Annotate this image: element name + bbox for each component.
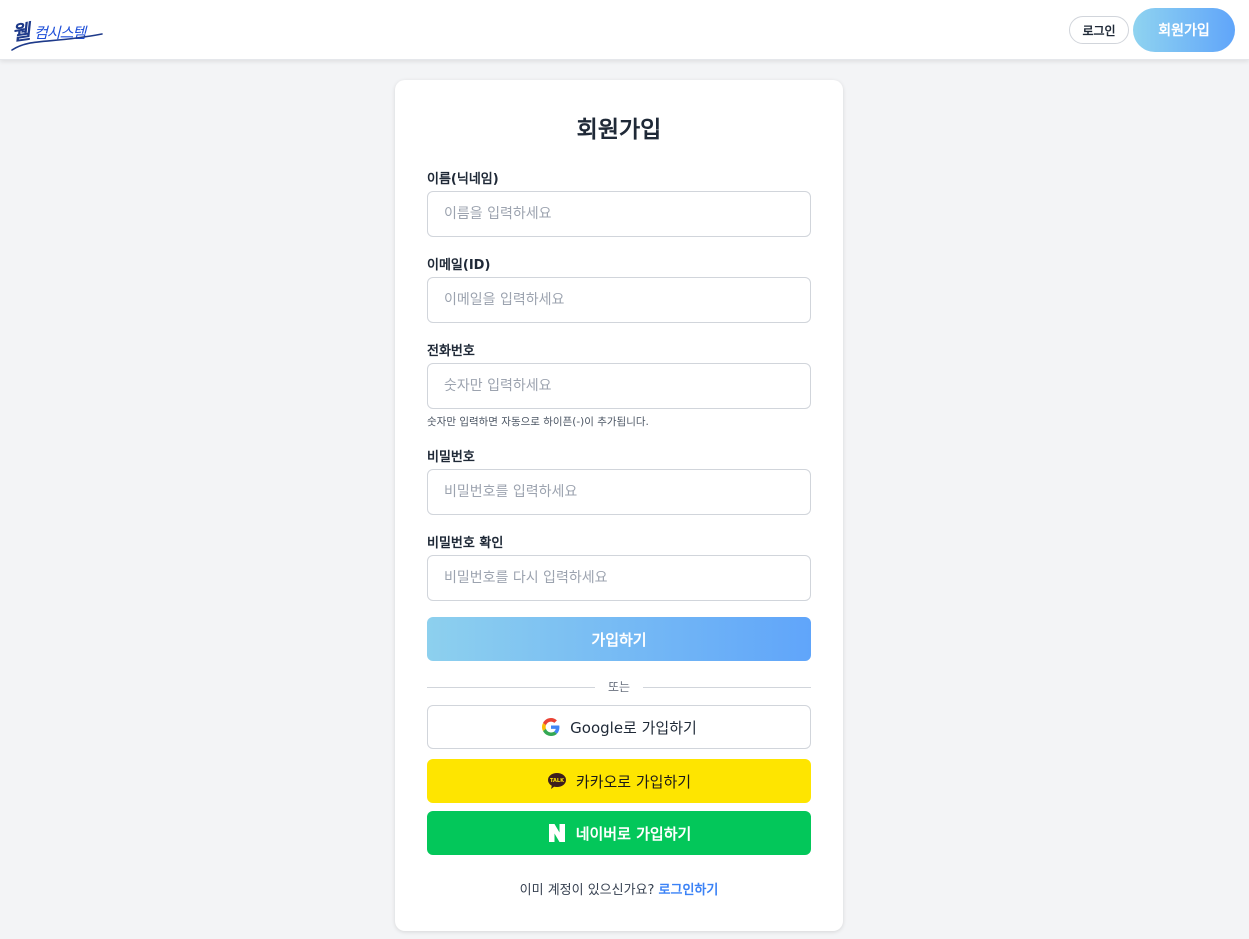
phone-hint: 숫자만 입력하면 자동으로 하이픈(-)이 추가됩니다.	[427, 416, 649, 428]
kakao-signup-button[interactable]: TALK 카카오로 가입하기	[427, 759, 811, 803]
email-input[interactable]	[427, 277, 811, 323]
brand-logo-icon: 웰 컴시스템	[10, 19, 103, 51]
naver-signup-label: 네이버로 가입하기	[575, 824, 692, 843]
header-signup-button[interactable]: 회원가입	[1133, 8, 1235, 52]
kakao-talk-icon: TALK	[547, 771, 567, 791]
google-signup-label: Google로 가입하기	[570, 718, 697, 737]
naver-n-icon	[547, 823, 567, 843]
login-prompt: 이미 계정이 있으신가요? 로그인하기	[395, 879, 843, 898]
kakao-signup-label: 카카오로 가입하기	[575, 772, 692, 791]
divider-line-right	[643, 687, 811, 688]
brand-logo[interactable]: 웰 컴시스템	[10, 8, 106, 54]
phone-input[interactable]	[427, 363, 811, 409]
login-link[interactable]: 로그인하기	[659, 883, 719, 898]
or-divider: 또는	[427, 678, 811, 696]
password-label: 비밀번호	[427, 450, 475, 465]
google-icon	[541, 717, 561, 737]
login-prompt-text: 이미 계정이 있으신가요?	[519, 883, 655, 898]
svg-text:TALK: TALK	[550, 778, 565, 784]
signup-card: 회원가입 이름(닉네임) 이메일(ID) 전화번호 숫자만 입력하면 자동으로 …	[395, 80, 843, 931]
submit-signup-button[interactable]: 가입하기	[427, 617, 811, 661]
password-input[interactable]	[427, 469, 811, 515]
top-header: 웰 컴시스템 로그인 회원가입	[0, 0, 1249, 60]
header-login-button[interactable]: 로그인	[1069, 16, 1129, 44]
page-title: 회원가입	[576, 117, 662, 143]
email-label: 이메일(ID)	[427, 258, 491, 273]
name-input[interactable]	[427, 191, 811, 237]
google-signup-button[interactable]: Google로 가입하기	[427, 705, 811, 749]
phone-label: 전화번호	[427, 344, 475, 359]
password-confirm-label: 비밀번호 확인	[427, 536, 504, 551]
svg-text:웰: 웰	[10, 19, 34, 46]
password-confirm-input[interactable]	[427, 555, 811, 601]
naver-signup-button[interactable]: 네이버로 가입하기	[427, 811, 811, 855]
name-label: 이름(닉네임)	[427, 172, 499, 187]
